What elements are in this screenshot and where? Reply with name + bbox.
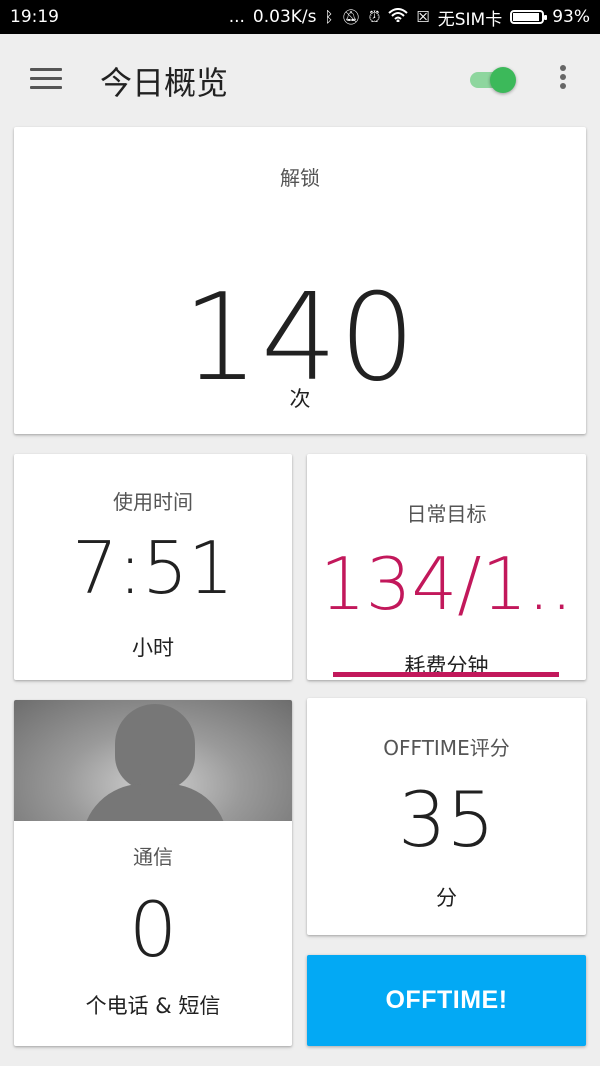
- usage-time-label: 使用时间: [113, 490, 193, 514]
- sim-status: 无SIM卡: [437, 9, 503, 30]
- page-title: 今日概览: [100, 64, 229, 102]
- wifi-icon: [388, 8, 408, 26]
- unlock-unit: 次: [289, 387, 311, 411]
- more-vert-icon[interactable]: [556, 65, 570, 95]
- toggle-thumb: [490, 67, 516, 93]
- offtime-toggle[interactable]: [468, 67, 520, 93]
- offtime-button[interactable]: OFFTIME!: [307, 955, 586, 1046]
- battery-percent: 93%: [552, 7, 590, 27]
- usage-time-unit: 小时: [132, 636, 174, 660]
- unlock-count: 140: [182, 269, 418, 408]
- no-sim-icon: ☒: [416, 8, 430, 26]
- alarm-icon: ⏰︎: [368, 8, 381, 26]
- offtime-score-value: 35: [398, 775, 495, 864]
- hamburger-menu-icon[interactable]: [30, 68, 62, 90]
- bluetooth-icon: ᛒ: [324, 8, 334, 26]
- unlock-card[interactable]: 解锁 140 次: [14, 127, 586, 434]
- offtime-score-unit: 分: [436, 886, 457, 910]
- daily-goal-label: 日常目标: [406, 502, 487, 526]
- communication-unit: 个电话 & 短信: [85, 994, 221, 1018]
- status-icons: ... 0.03K/s ᛒ 🔕︎ ⏰︎ ☒ 无SIM卡 93%: [229, 5, 590, 30]
- status-time: 19:19: [10, 7, 59, 27]
- unlock-label: 解锁: [280, 166, 320, 190]
- app-bar: 今日概览: [0, 34, 600, 126]
- communication-label: 通信: [133, 845, 173, 869]
- network-speed: 0.03K/s: [252, 7, 317, 27]
- offtime-score-label: OFFTIME评分: [383, 736, 510, 760]
- communication-card[interactable]: 通信 0 个电话 & 短信: [14, 700, 292, 1046]
- goal-progress-bar: [333, 672, 559, 677]
- usage-time-value: 7:51: [72, 526, 234, 610]
- usage-time-card[interactable]: 使用时间 7:51 小时: [14, 454, 292, 680]
- daily-goal-value: 134/1..: [319, 542, 574, 626]
- offtime-score-card[interactable]: OFFTIME评分 35 分: [307, 698, 586, 935]
- communication-count: 0: [128, 885, 178, 974]
- status-bar: 19:19 ... 0.03K/s ᛒ 🔕︎ ⏰︎ ☒ 无SIM卡 93%: [0, 0, 600, 34]
- daily-goal-card[interactable]: 日常目标 134/1.. 耗费分钟: [307, 454, 586, 680]
- contact-avatar-icon: [14, 700, 292, 821]
- battery-icon: [510, 10, 548, 24]
- bell-off-icon: 🔕︎: [341, 8, 361, 26]
- status-dots: ...: [228, 7, 245, 27]
